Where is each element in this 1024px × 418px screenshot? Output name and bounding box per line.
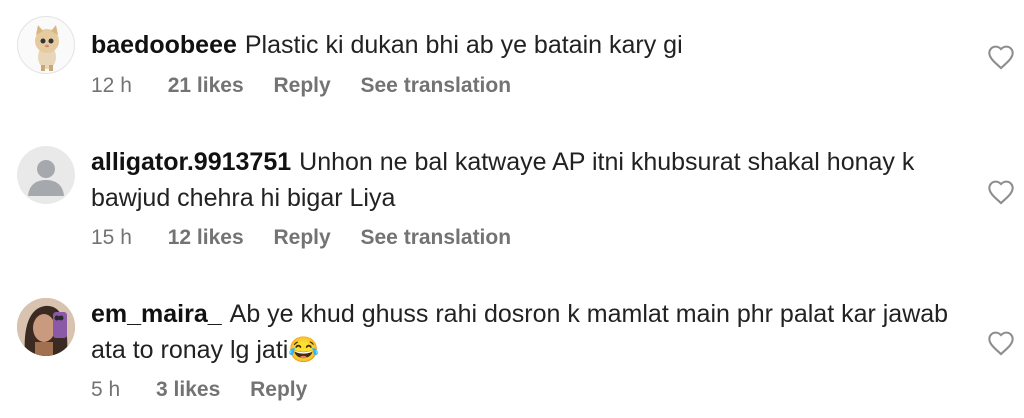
see-translation-button[interactable]: See translation <box>361 226 512 249</box>
reply-button[interactable]: Reply <box>273 74 330 97</box>
likes-count[interactable]: 3 likes <box>156 378 220 401</box>
comment-username[interactable]: alligator.9913751 <box>91 148 291 176</box>
comment-time: 5 h <box>91 378 121 401</box>
comment-time: 15 h <box>91 226 132 249</box>
avatar[interactable] <box>17 146 75 204</box>
comment-text-block: baedoobeee Plastic ki dukan bhi ab ye bat… <box>91 27 971 63</box>
user-photo <box>17 298 75 356</box>
comment-text: Plastic ki dukan bhi ab ye batain kary g… <box>244 31 683 59</box>
comment-username[interactable]: baedoobeee <box>91 31 237 59</box>
kitten-icon <box>35 25 59 71</box>
comment-text-block: alligator.9913751 Unhon ne bal katwaye AP… <box>91 144 971 216</box>
comment-meta: 15 h 12 likes Reply See translation <box>91 226 535 250</box>
comment-username[interactable]: em_maira_ <box>91 300 222 328</box>
see-translation-button[interactable]: See translation <box>361 74 512 97</box>
default-profile-icon <box>28 160 64 196</box>
comment-meta: 5 h 3 likes Reply <box>91 378 331 402</box>
comment-text-block: em_maira_ Ab ye khud ghuss rahi dosron k … <box>91 296 971 368</box>
heart-icon[interactable] <box>987 44 1015 70</box>
avatar[interactable] <box>17 16 75 74</box>
comment-time: 12 h <box>91 74 132 97</box>
reply-button[interactable]: Reply <box>273 226 330 249</box>
comment-meta: 12 h 21 likes Reply See translation <box>91 74 535 98</box>
avatar[interactable] <box>17 298 75 356</box>
likes-count[interactable]: 21 likes <box>168 74 244 97</box>
heart-icon[interactable] <box>987 330 1015 356</box>
reply-button[interactable]: Reply <box>250 378 307 401</box>
heart-icon[interactable] <box>987 179 1015 205</box>
likes-count[interactable]: 12 likes <box>168 226 244 249</box>
